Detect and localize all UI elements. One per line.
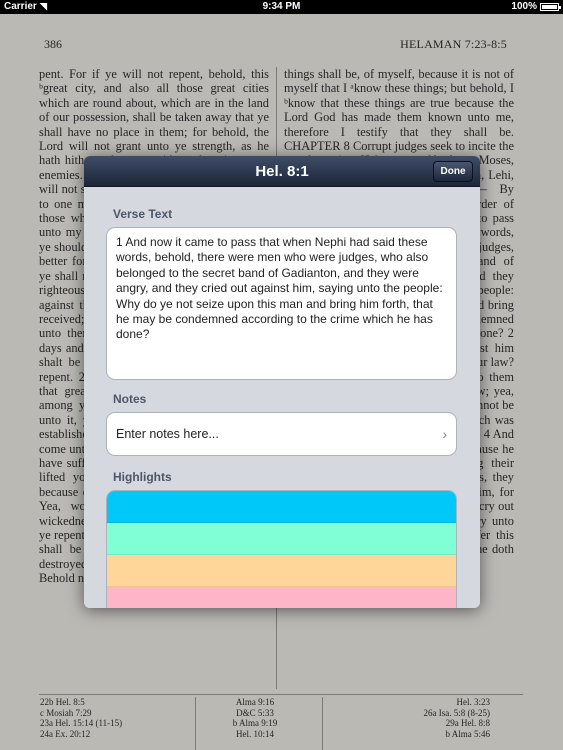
notes-placeholder: Enter notes here... <box>116 427 219 441</box>
chevron-right-icon: › <box>442 426 447 442</box>
notes-field[interactable]: Enter notes here... › <box>106 412 457 456</box>
notes-label: Notes <box>113 392 147 406</box>
done-button[interactable]: Done <box>433 161 473 182</box>
pink-highlight-swatch[interactable] <box>107 587 456 608</box>
green-highlight-swatch[interactable] <box>107 523 456 555</box>
verse-text-box[interactable]: 1 And now it came to pass that when Neph… <box>106 227 457 380</box>
verse-popover: Hel. 8:1 Done Verse Text 1 And now it ca… <box>84 156 480 608</box>
battery-fill <box>542 5 557 9</box>
highlights-label: Highlights <box>113 470 172 484</box>
battery-percentage: 100% <box>511 1 537 12</box>
battery-icon <box>540 3 561 11</box>
verse-text-label: Verse Text <box>113 207 173 221</box>
popover-body: Verse Text 1 And now it came to pass tha… <box>84 187 480 608</box>
clock: 9:34 PM <box>262 1 301 12</box>
popover-header: Hel. 8:1 Done <box>84 156 480 187</box>
popover-title: Hel. 8:1 <box>255 163 309 180</box>
orange-highlight-swatch[interactable] <box>107 555 456 587</box>
highlight-color-list <box>106 490 457 608</box>
status-bar: Carrier ◥ 9:34 PM 100% <box>0 0 563 14</box>
blue-highlight-swatch[interactable] <box>107 491 456 523</box>
